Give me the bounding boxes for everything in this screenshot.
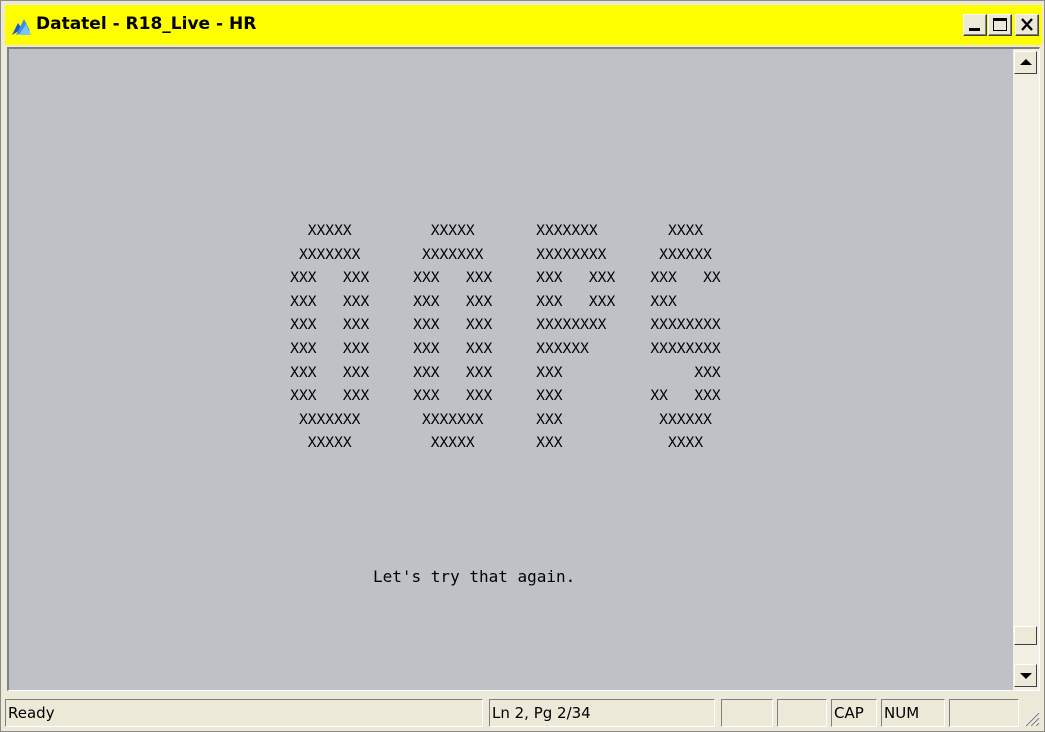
ascii-art-line: XXX XXX XXX XXX XXXXXX XXXXXXXX	[9, 339, 721, 357]
num-lock-indicator: NUM	[881, 699, 945, 727]
title-bar[interactable]: Datatel - R18_Live - HR	[5, 5, 1042, 45]
ascii-art-line: XXXXXXX XXXXXXX XXX XXXXXX	[9, 410, 712, 428]
scroll-up-button[interactable]	[1014, 51, 1037, 74]
minimize-button[interactable]	[963, 14, 987, 36]
cursor-position-pane: Ln 2, Pg 2/34	[489, 699, 715, 727]
maximize-button[interactable]	[988, 14, 1012, 36]
scroll-down-arrow-icon	[1020, 673, 1032, 679]
ascii-art-line: XXX XXX XXX XXX XXX XXX XXX XX	[9, 269, 721, 287]
client-area: XXXXX XXXXX XXXXXXX XXXX XXXXXXX XXXXXXX…	[7, 47, 1040, 691]
status-pane-empty-1	[721, 699, 773, 727]
ascii-art-line: XXX XXX XXX XXX XXX XXX XXX	[9, 292, 677, 310]
maximize-icon	[993, 18, 1007, 31]
ascii-art-line: XXXXXXX XXXXXXX XXXXXXXX XXXXXX	[9, 245, 712, 263]
resize-grip-icon[interactable]	[1022, 709, 1040, 727]
status-pane-empty-2	[777, 699, 827, 727]
ascii-art-line: XXX XXX XXX XXX XXX XXX	[9, 363, 721, 381]
minimize-icon	[969, 28, 980, 31]
ascii-art-line: XXXXX XXXXX XXX XXXX	[9, 434, 704, 452]
scroll-thumb[interactable]	[1014, 626, 1037, 645]
ascii-art-line: XXX XXX XXX XXX XXXXXXXX XXXXXXXX	[9, 316, 721, 334]
ascii-art-line: XXXXX XXXXX XXXXXXX XXXX	[9, 222, 704, 239]
status-text-pane: Ready	[5, 699, 483, 727]
vertical-scrollbar[interactable]	[1013, 49, 1039, 690]
scroll-up-arrow-icon	[1020, 59, 1032, 65]
window-title: Datatel - R18_Live - HR	[36, 14, 257, 34]
scroll-down-button[interactable]	[1014, 664, 1037, 687]
close-button[interactable]	[1015, 14, 1039, 36]
caps-lock-indicator: CAP	[831, 699, 877, 727]
terminal-screen[interactable]: XXXXX XXXXX XXXXXXX XXXX XXXXXXX XXXXXXX…	[9, 49, 1013, 690]
status-pane-empty-3	[949, 699, 1019, 727]
datatel-app-icon[interactable]	[10, 15, 32, 37]
status-bar: Ready Ln 2, Pg 2/34 CAP NUM	[5, 697, 1042, 729]
ascii-art-line: XXX XXX XXX XXX XXX XX XXX	[9, 387, 721, 405]
terminal-window: Datatel - R18_Live - HR XXXXX XXXXX XXXX…	[0, 0, 1045, 732]
ascii-art-oops: XXXXX XXXXX XXXXXXX XXXX XXXXXXX XXXXXXX…	[9, 219, 721, 455]
error-message: Let's try that again.	[373, 567, 576, 586]
close-icon	[1021, 18, 1033, 31]
